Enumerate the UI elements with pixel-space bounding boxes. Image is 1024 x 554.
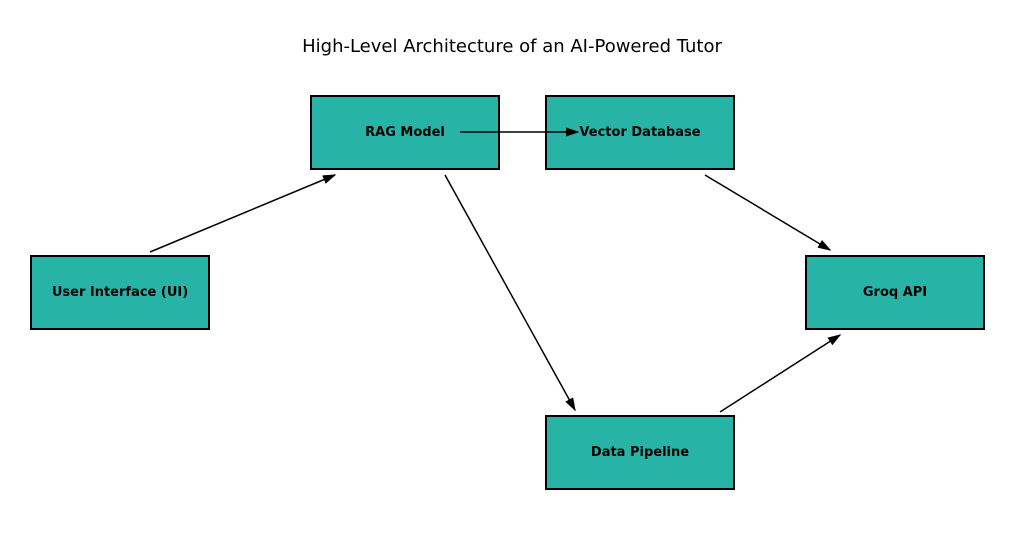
node-label: Groq API — [863, 285, 927, 300]
edge-vector-to-groq — [705, 175, 830, 250]
node-vector-database: Vector Database — [545, 95, 735, 170]
node-label: Data Pipeline — [591, 445, 689, 460]
diagram-title: High-Level Architecture of an AI-Powered… — [0, 36, 1024, 57]
node-user-interface: User Interface (UI) — [30, 255, 210, 330]
edge-rag-to-pipeline — [445, 175, 575, 410]
node-label: User Interface (UI) — [52, 285, 188, 300]
node-data-pipeline: Data Pipeline — [545, 415, 735, 490]
node-rag-model: RAG Model — [310, 95, 500, 170]
edge-pipeline-to-groq — [720, 335, 840, 412]
node-label: RAG Model — [365, 125, 445, 140]
edge-ui-to-rag — [150, 175, 335, 252]
node-groq-api: Groq API — [805, 255, 985, 330]
node-label: Vector Database — [579, 125, 700, 140]
